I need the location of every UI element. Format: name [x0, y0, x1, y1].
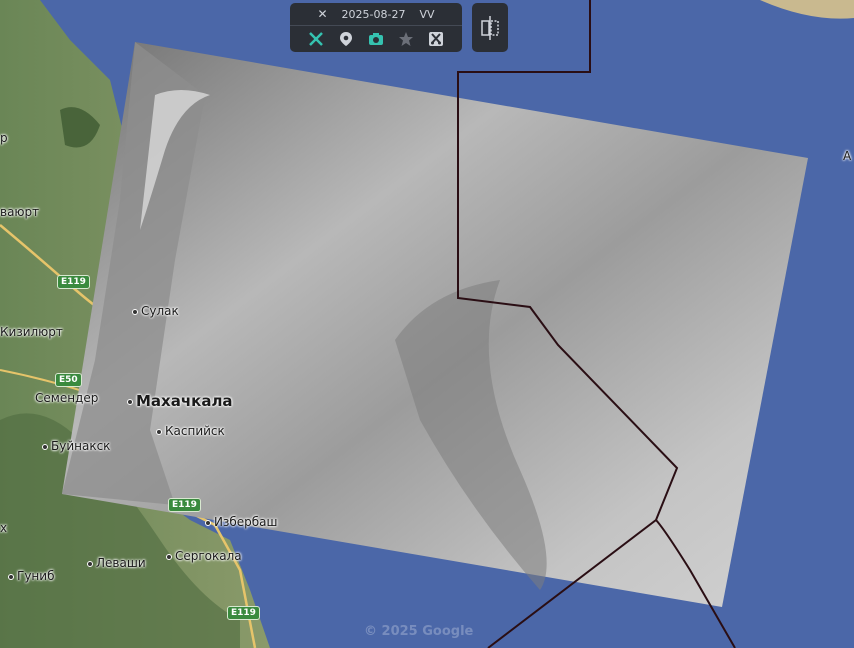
pin-icon: [340, 32, 352, 46]
image-toolbar: ✕ 2025-08-27 VV: [290, 3, 462, 52]
camera-icon: [369, 33, 383, 45]
satellite-icon: ✕: [317, 7, 328, 21]
star-icon: [399, 32, 413, 46]
road-shield-e119: E119: [168, 498, 201, 512]
place-label-sulak: Сулак: [132, 304, 179, 318]
place-label-kaspiysk: Каспийск: [156, 424, 225, 438]
camera-button[interactable]: [367, 30, 385, 48]
place-label-edge-left: х: [0, 521, 8, 535]
star-button[interactable]: [397, 30, 415, 48]
cut-icon: [429, 32, 443, 46]
map-copyright: © 2025 Google: [364, 624, 474, 639]
compare-split-button[interactable]: [472, 3, 508, 52]
split-view-icon: [481, 15, 499, 40]
place-label-left-mid: ваюрт: [0, 205, 40, 219]
polarization-label: VV: [419, 7, 435, 21]
cut-button[interactable]: [427, 30, 445, 48]
pin-button[interactable]: [337, 30, 355, 48]
place-label-makhachkala: Махачкала: [127, 392, 233, 410]
image-date: 2025-08-27: [341, 7, 406, 21]
toolbar-actions: [290, 26, 462, 52]
satellite-icon: [309, 32, 323, 46]
road-shield-e119: E119: [57, 275, 90, 289]
place-label-gunib: Гуниб: [8, 569, 54, 583]
image-info-row: ✕ 2025-08-27 VV: [290, 3, 462, 26]
road-shield-e119: E119: [227, 606, 260, 620]
place-label-top-left: р: [0, 131, 8, 145]
place-label-semender: Семендер: [35, 391, 99, 405]
satellite-button[interactable]: [307, 30, 325, 48]
place-label-kizilyurt: Кизилюрт: [0, 325, 63, 339]
road-shield-e50: E50: [55, 373, 82, 387]
place-label-sergokala: Сергокала: [166, 549, 242, 563]
map-canvas[interactable]: [0, 0, 854, 648]
place-label-izberbash: Избербаш: [205, 515, 278, 529]
place-label-buynaksk: Буйнакск: [42, 439, 110, 453]
place-label-edge-right: А: [843, 149, 852, 163]
place-label-levashi: Леваши: [87, 556, 146, 570]
